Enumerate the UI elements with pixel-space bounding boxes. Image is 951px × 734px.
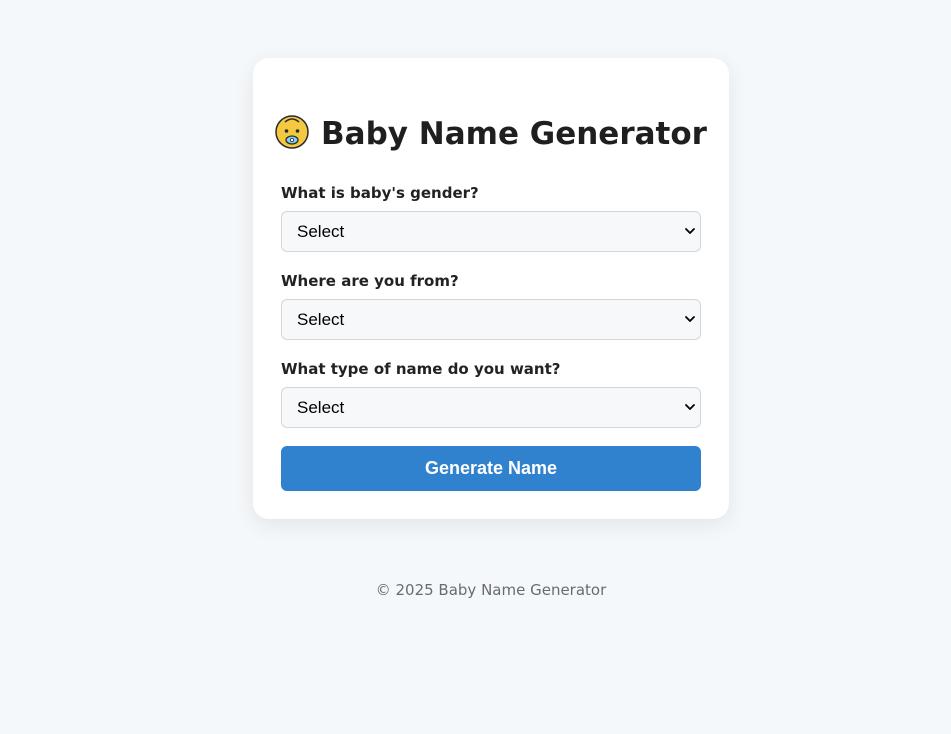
name-type-select[interactable]: Select [281, 387, 701, 428]
gender-select-value: Select [297, 222, 345, 241]
origin-select-value: Select [297, 310, 345, 329]
generator-card: Baby Name Generator What is baby's gende… [253, 58, 729, 519]
footer-copyright: © 2025 Baby Name Generator [375, 581, 607, 599]
gender-label: What is baby's gender? [281, 184, 479, 202]
generate-name-button[interactable]: Generate Name [281, 446, 701, 491]
origin-select[interactable]: Select [281, 299, 701, 340]
page-title: Baby Name Generator [253, 114, 729, 154]
chevron-down-icon [685, 228, 695, 234]
chevron-down-icon [685, 404, 695, 410]
gender-select[interactable]: Select [281, 211, 701, 252]
baby-face-icon [275, 115, 309, 149]
page-title-text: Baby Name Generator [321, 116, 707, 152]
name-type-select-value: Select [297, 398, 345, 417]
chevron-down-icon [685, 316, 695, 322]
name-type-label: What type of name do you want? [281, 360, 561, 378]
origin-label: Where are you from? [281, 272, 459, 290]
